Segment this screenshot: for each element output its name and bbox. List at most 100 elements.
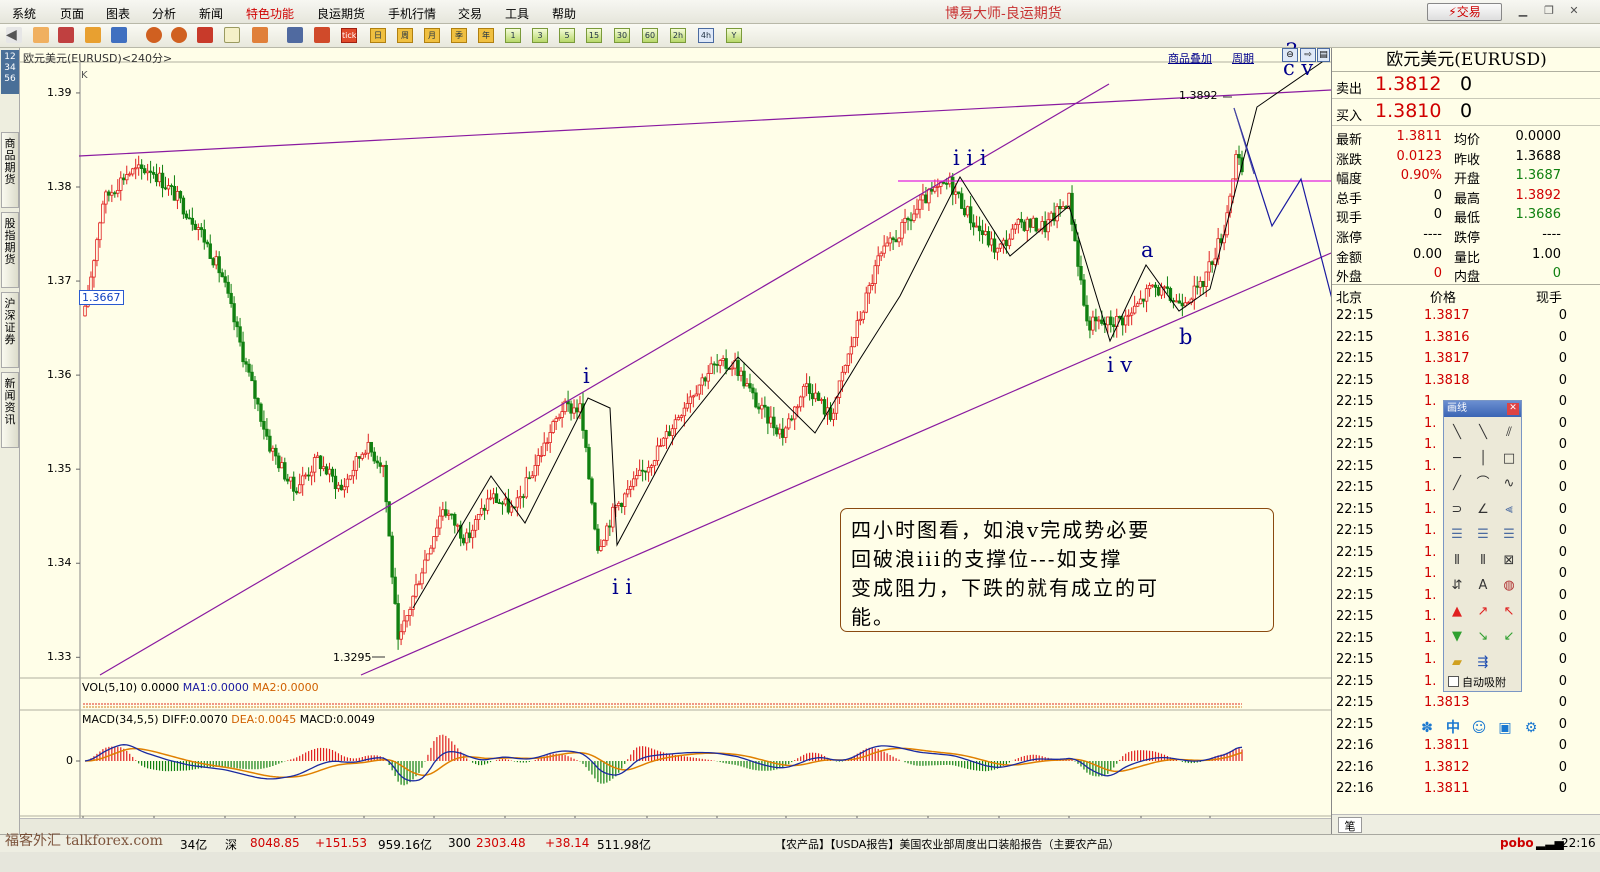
candle-body	[876, 255, 880, 267]
image-icon[interactable]: ▣	[1496, 719, 1514, 737]
angle-tool-icon[interactable]: ∠	[1473, 500, 1493, 520]
checkbox-icon[interactable]	[1448, 676, 1459, 687]
layout-icon[interactable]: ▤	[1317, 48, 1330, 62]
status-news[interactable]: 【农产品】【USDA报告】美国农业部周度出口装船报告（主要农产品）	[775, 836, 1119, 852]
timeframe-month[interactable]: 月	[424, 28, 440, 43]
parallel-tool-icon[interactable]: ⫽	[1499, 423, 1519, 443]
polyline-tool-icon[interactable]: ⌒	[1473, 474, 1493, 494]
timeframe-4h[interactable]: 4h	[698, 28, 714, 43]
chart-area[interactable]: 欧元美元(EURUSD)<240分> K 商品叠加 周期 1.39 1.38 1.3…	[20, 39, 1331, 834]
timeframe-year[interactable]: 年	[478, 28, 494, 43]
fib-grid-icon[interactable]: ☰	[1499, 525, 1519, 545]
wave-tool-icon[interactable]: ∿	[1499, 474, 1519, 494]
cycle-icon[interactable]: ⦀	[1447, 551, 1467, 571]
tab-news[interactable]: 新闻资讯	[1, 372, 19, 448]
grid-icon[interactable]	[111, 27, 127, 43]
home-icon[interactable]	[33, 27, 49, 43]
scroll-left-icon[interactable]: ⊖	[1282, 48, 1298, 62]
close-icon[interactable]: ✕	[1566, 4, 1582, 19]
gann-icon[interactable]: ⊠	[1499, 551, 1519, 571]
down-arrow-icon[interactable]: ▼	[1447, 627, 1467, 647]
menu-system[interactable]: 系统	[12, 5, 36, 22]
overlay-link[interactable]: 商品叠加	[1168, 50, 1212, 66]
menu-mobile-quotes[interactable]: 手机行情	[388, 5, 436, 22]
tab-index-futures[interactable]: 股指期货	[1, 212, 19, 288]
menu-liangyun-futures[interactable]: 良运期货	[317, 5, 365, 22]
scroll-right-icon[interactable]: ⇨	[1300, 48, 1316, 62]
linreg-icon[interactable]: ⇵	[1447, 576, 1467, 596]
left-tab-badge[interactable]: 12 34 56	[1, 50, 19, 94]
minimize-icon[interactable]: ▁	[1515, 4, 1531, 19]
delete-tool-icon[interactable]: ◍	[1499, 576, 1519, 596]
period-link[interactable]: 周期	[1232, 50, 1254, 66]
tab-commodity-futures[interactable]: 商品期货	[1, 132, 19, 208]
list-icon[interactable]	[58, 27, 74, 43]
menu-page[interactable]: 页面	[60, 5, 84, 22]
timeframe-5[interactable]: 5	[559, 28, 575, 43]
hline-tool-icon[interactable]: ─	[1447, 449, 1467, 469]
se-arrow-icon[interactable]: ↘	[1473, 627, 1493, 647]
futures-icon[interactable]	[85, 27, 101, 43]
paint-icon[interactable]	[252, 27, 268, 43]
zoom-out-icon[interactable]	[171, 27, 187, 43]
back-arrow-icon[interactable]: ◀	[6, 27, 22, 43]
line-chart-icon[interactable]	[314, 27, 330, 43]
candle-body	[1055, 205, 1059, 222]
fib-fan-icon[interactable]: ⫷	[1499, 500, 1519, 520]
period-icon[interactable]: ⦀	[1473, 551, 1493, 571]
table-icon[interactable]	[287, 27, 303, 43]
candle-body	[822, 399, 827, 415]
timeframe-custom[interactable]: Y	[726, 28, 742, 43]
menu-news[interactable]: 新闻	[199, 5, 223, 22]
text-tool-icon[interactable]: A	[1473, 576, 1493, 596]
close-icon[interactable]: ✕	[1507, 403, 1519, 415]
draw-pen-icon[interactable]	[224, 27, 240, 43]
ime-mode[interactable]: 中	[1444, 719, 1462, 737]
timeframe-quarter[interactable]: 季	[451, 28, 467, 43]
timeframe-15[interactable]: 15	[586, 28, 602, 43]
tab-ticks[interactable]: 笔	[1338, 817, 1362, 833]
timeframe-1[interactable]: 1	[505, 28, 521, 43]
tab-securities[interactable]: 沪深证券	[1, 292, 19, 368]
menu-chart[interactable]: 图表	[106, 5, 130, 22]
candle-body	[1079, 265, 1083, 281]
eraser-icon[interactable]: ▰	[1447, 653, 1467, 673]
arc-tool-icon[interactable]: ⊃	[1447, 500, 1467, 520]
timeframe-week[interactable]: 周	[397, 28, 413, 43]
ray-tool-icon[interactable]: ╲	[1473, 423, 1493, 443]
ne-arrow-icon[interactable]: ↗	[1473, 602, 1493, 622]
fib-ext-icon[interactable]: ☰	[1473, 525, 1493, 545]
nw-arrow-icon[interactable]: ↖	[1499, 602, 1519, 622]
line-tool-icon[interactable]: ╲	[1447, 423, 1467, 443]
sw-arrow-icon[interactable]: ↙	[1499, 627, 1519, 647]
drawing-panel-header[interactable]: 画线 ✕	[1444, 401, 1521, 417]
timeframe-60[interactable]: 60	[642, 28, 658, 43]
smile-icon[interactable]: ☺	[1470, 719, 1488, 737]
timeframe-tick[interactable]: tick	[341, 28, 357, 43]
magnet-icon[interactable]: ⇶	[1473, 653, 1493, 673]
zoom-in-icon[interactable]	[146, 27, 162, 43]
timeframe-30[interactable]: 30	[614, 28, 630, 43]
candle-body	[450, 513, 454, 516]
candle-body	[256, 398, 260, 405]
menu-help[interactable]: 帮助	[552, 5, 576, 22]
timeframe-2h[interactable]: 2h	[670, 28, 686, 43]
window-icon[interactable]	[197, 27, 213, 43]
up-arrow-icon[interactable]: ▲	[1447, 602, 1467, 622]
fib-ret-icon[interactable]: ☰	[1447, 525, 1467, 545]
menu-tools[interactable]: 工具	[505, 5, 529, 22]
settings-icon[interactable]: ⚙	[1522, 719, 1540, 737]
timeframe-day[interactable]: 日	[370, 28, 386, 43]
menu-special-features[interactable]: 特色功能	[246, 5, 294, 22]
timeframe-3[interactable]: 3	[532, 28, 548, 43]
menu-analysis[interactable]: 分析	[152, 5, 176, 22]
drawing-tools-panel[interactable]: 画线 ✕ ╲ ╲ ⫽ ─ │ □ ╱ ⌒ ∿ ⊃ ∠ ⫷ ☰ ☰ ☰ ⦀ ⦀ ⊠ ⇵ A ◍ ▲ ↗ ↖ ▼ ↘ ↙ ▰ ⇶ 自动吸附	[1443, 400, 1522, 692]
restore-icon[interactable]: ❐	[1541, 4, 1557, 19]
auto-snap-checkbox[interactable]: 自动吸附	[1448, 674, 1506, 690]
rect-tool-icon[interactable]: □	[1499, 449, 1519, 469]
vline-tool-icon[interactable]: │	[1473, 449, 1493, 469]
trade-button[interactable]: ⚡交易	[1427, 3, 1502, 21]
menu-trade[interactable]: 交易	[458, 5, 482, 22]
segment-tool-icon[interactable]: ╱	[1447, 474, 1467, 494]
paw-icon[interactable]: ✽	[1418, 719, 1436, 737]
